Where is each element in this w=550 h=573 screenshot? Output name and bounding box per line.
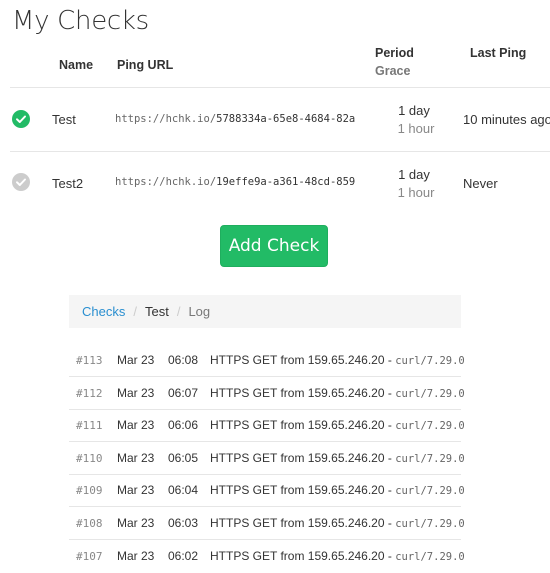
log-user-agent: curl/7.29.0	[395, 485, 465, 498]
log-user-agent: curl/7.29.0	[395, 387, 465, 400]
log-user-agent: curl/7.29.0	[395, 550, 465, 563]
header-grace: Grace	[375, 64, 411, 78]
ping-url-code: 19effe9a-a361-48cd-859	[216, 176, 356, 188]
check-name[interactable]: Test2	[52, 176, 83, 191]
breadcrumb-separator: /	[133, 304, 137, 319]
log-number: #112	[76, 386, 103, 400]
check-name[interactable]: Test	[52, 112, 76, 127]
log-number: #110	[76, 451, 103, 465]
log-user-agent: curl/7.29.0	[395, 518, 465, 530]
check-period[interactable]: 1 day	[384, 167, 444, 182]
log-number: #113	[76, 354, 103, 367]
log-row: #113 Mar 23 06:08 HTTPS GET from 159.65.246…	[69, 345, 465, 377]
breadcrumb-checks[interactable]: Checks	[82, 304, 125, 319]
log-event-text: HTTPS GET from 159.65.246.20 -	[210, 483, 396, 498]
log-date: Mar 23	[117, 385, 155, 400]
log-user-agent: curl/7.29.0	[395, 452, 465, 465]
log-row: #109 Mar 23 06:04 HTTPS GET from 159.65.246…	[69, 475, 465, 508]
ping-url[interactable]: https://hchk.io/19effe9a-a361-48cd-859	[115, 176, 355, 188]
log-event-text: HTTPS GET from 159.65.246.20 -	[210, 548, 396, 563]
row-divider	[10, 151, 550, 152]
log-event: HTTPS GET from 159.65.246.20 - curl/7.29…	[210, 516, 465, 530]
log-date: Mar 23	[117, 483, 155, 498]
breadcrumb-check: Test	[144, 304, 169, 319]
log-date: Mar 23	[117, 450, 155, 465]
log-event-text: HTTPS GET from 159.65.246.20 -	[210, 450, 396, 465]
log-event-text: HTTPS GET from 159.65.246.20 -	[210, 385, 396, 400]
log-row: #107 Mar 23 06:02 HTTPS GET from 159.65.246…	[69, 541, 465, 573]
log-event: HTTPS GET from 159.65.246.20 - curl/7.29…	[210, 418, 465, 432]
log-row: #112 Mar 23 06:07 HTTPS GET from 159.65.246…	[69, 378, 465, 410]
check-grace[interactable]: 1 hour	[386, 121, 446, 136]
log-user-agent: curl/7.29.0	[395, 355, 465, 367]
page-title: My Checks	[12, 6, 149, 36]
check-period[interactable]: 1 day	[384, 103, 444, 118]
header-divider	[10, 87, 550, 88]
check-last-ping: 10 minutes ago	[463, 112, 550, 127]
log-event-text: HTTPS GET from 159.65.246.20 -	[210, 418, 396, 433]
log-row: #110 Mar 23 06:05 HTTPS GET from 159.65.246…	[69, 443, 465, 475]
header-last-ping: Last Ping	[470, 46, 527, 60]
log-event: HTTPS GET from 159.65.246.20 - curl/7.29…	[210, 353, 465, 367]
log-number: #107	[76, 549, 103, 563]
log-time: 06:05	[168, 450, 199, 465]
ping-url-scheme: https://hchk.io/	[115, 113, 217, 125]
log-date: Mar 23	[117, 353, 155, 367]
breadcrumb: Checks / Test / Log	[69, 295, 461, 328]
log-event: HTTPS GET from 159.65.246.20 - curl/7.29…	[210, 386, 465, 400]
check-circle-icon	[12, 110, 30, 128]
log-date: Mar 23	[117, 548, 155, 563]
log-time: 06:07	[168, 385, 199, 400]
check-last-ping: Never	[463, 176, 498, 191]
log-time: 06:02	[168, 548, 199, 563]
check-grace[interactable]: 1 hour	[386, 185, 446, 200]
ping-url[interactable]: https://hchk.io/5788334a-65e8-4684-82a	[115, 113, 355, 125]
log-event-text: HTTPS GET from 159.65.246.20 -	[210, 516, 396, 530]
add-check-button[interactable]: Add Check	[220, 225, 328, 267]
log-row: #108 Mar 23 06:03 HTTPS GET from 159.65.246…	[69, 508, 465, 540]
check-circle-icon	[12, 173, 30, 191]
log-event: HTTPS GET from 159.65.246.20 - curl/7.29…	[210, 483, 465, 497]
log-time: 06:06	[168, 418, 199, 433]
breadcrumb-log: Log	[188, 304, 211, 319]
log-number: #108	[76, 517, 103, 530]
header-ping-url: Ping URL	[117, 58, 174, 72]
log-event: HTTPS GET from 159.65.246.20 - curl/7.29…	[210, 451, 465, 465]
log-event-text: HTTPS GET from 159.65.246.20 -	[210, 353, 396, 367]
log-row: #111 Mar 23 06:06 HTTPS GET from 159.65.246…	[69, 410, 465, 443]
header-name: Name	[59, 58, 94, 72]
header-period: Period	[375, 46, 414, 60]
log-time: 06:04	[168, 483, 199, 498]
log-number: #111	[76, 419, 103, 433]
log-user-agent: curl/7.29.0	[395, 420, 465, 433]
ping-url-scheme: https://hchk.io/	[115, 176, 217, 188]
log-time: 06:08	[168, 353, 199, 367]
log-date: Mar 23	[117, 418, 155, 433]
log-number: #109	[76, 484, 103, 498]
log-time: 06:03	[168, 516, 199, 530]
ping-url-code: 5788334a-65e8-4684-82a	[216, 113, 356, 125]
log-date: Mar 23	[117, 516, 155, 530]
log-event: HTTPS GET from 159.65.246.20 - curl/7.29…	[210, 549, 465, 563]
breadcrumb-separator: /	[176, 304, 181, 319]
